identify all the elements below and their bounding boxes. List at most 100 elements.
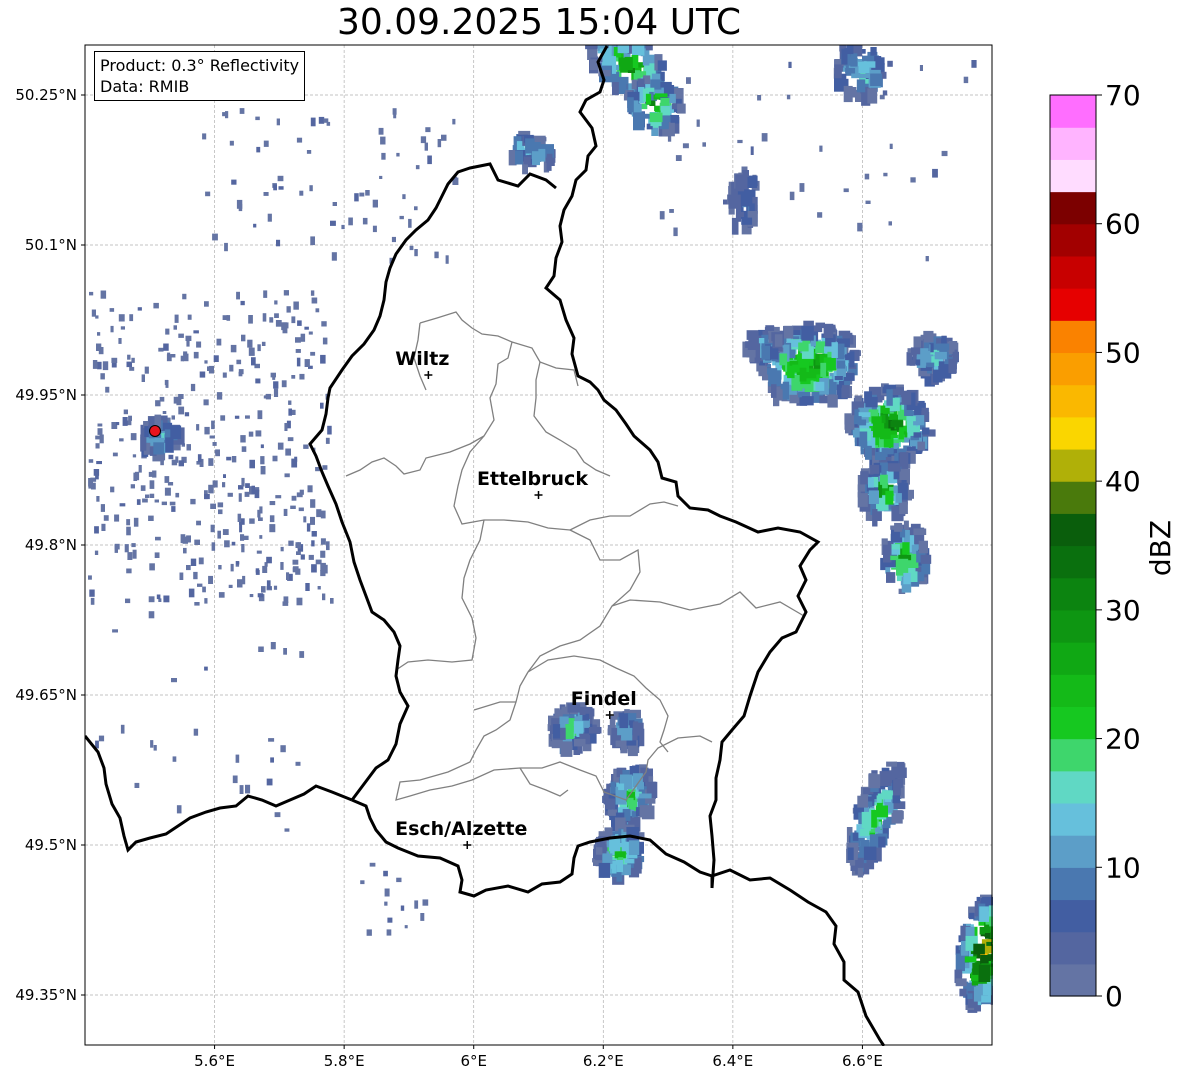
echo-pixel xyxy=(165,380,169,388)
echo-pixel xyxy=(645,45,653,51)
echo-pixel xyxy=(170,425,182,440)
echo-pixel xyxy=(283,290,289,296)
echo-pixel xyxy=(153,302,159,309)
echo-pixel xyxy=(384,901,388,906)
echo-pixel xyxy=(230,344,237,353)
echo-pixel xyxy=(243,535,249,540)
echo-pixel xyxy=(792,364,799,373)
echo-pixel xyxy=(111,362,117,368)
echo-pixel xyxy=(918,540,928,554)
echo-pixel xyxy=(204,598,208,604)
echo-pixel xyxy=(193,571,198,580)
echo-pixel xyxy=(991,928,993,944)
echo-pixel xyxy=(112,629,118,633)
echo-pixel xyxy=(901,390,912,405)
echo-pixel xyxy=(150,740,154,748)
echo-pixel xyxy=(254,489,260,499)
echo-pixel xyxy=(761,133,768,142)
echo-pixel xyxy=(257,593,264,598)
colorbar-tick-label: 10 xyxy=(1105,851,1141,884)
echo-pixel xyxy=(238,203,243,212)
echo-pixel xyxy=(782,381,790,400)
echo-pixel xyxy=(892,795,900,804)
echo-pixel xyxy=(626,827,640,842)
echo-pixel xyxy=(765,325,775,331)
echo-pixel xyxy=(274,313,279,318)
echo-pixel xyxy=(761,345,770,360)
echo-pixel xyxy=(269,501,276,506)
echo-pixel xyxy=(311,564,317,573)
echo-pixel xyxy=(836,360,846,369)
echo-pixel xyxy=(208,484,214,494)
echo-pixel xyxy=(161,501,167,506)
echo-pixel xyxy=(1004,947,1012,957)
echo-pixel xyxy=(817,212,823,218)
echo-pixel xyxy=(241,334,246,342)
city-label: Ettelbruck xyxy=(477,468,588,490)
echo-pixel xyxy=(229,140,234,146)
colorbar-segment xyxy=(1050,320,1096,354)
echo-pixel xyxy=(288,540,294,546)
echo-pixel xyxy=(112,452,118,457)
echo-pixel xyxy=(97,428,103,435)
echo-pixel xyxy=(879,771,892,786)
echo-pixel xyxy=(89,589,95,597)
lon-tick-label: 5.6°E xyxy=(194,1052,235,1070)
echo-pixel xyxy=(290,505,296,509)
echo-pixel xyxy=(882,821,891,829)
product-text: Product: 0.3° Reflectivity xyxy=(100,56,300,75)
echo-pixel xyxy=(424,142,428,151)
echo-pixel xyxy=(649,112,663,123)
echo-pixel xyxy=(321,321,327,327)
echo-pixel xyxy=(269,317,274,323)
echo-pixel xyxy=(114,514,120,522)
echo-pixel xyxy=(138,465,142,473)
country-borders xyxy=(85,45,886,1046)
echo-pixel xyxy=(955,978,967,987)
lon-tick-label: 6.4°E xyxy=(712,1052,753,1070)
colorbar-segment xyxy=(1050,481,1096,514)
echo-pixel xyxy=(299,190,304,196)
colorbar-tick-label: 20 xyxy=(1105,723,1141,756)
echo-pixel xyxy=(801,396,814,406)
echo-pixel xyxy=(895,493,902,503)
echo-pixel xyxy=(131,543,136,548)
echo-pixel xyxy=(275,495,282,499)
echo-pixel xyxy=(288,408,292,416)
echo-pixel xyxy=(617,45,629,54)
echo-pixel xyxy=(639,793,652,799)
echo-pixel xyxy=(999,917,1005,924)
echo-pixel xyxy=(258,517,263,521)
echo-pixel xyxy=(327,425,332,435)
echo-pixel xyxy=(746,350,756,358)
echo-pixel xyxy=(178,406,185,415)
echo-pixel xyxy=(645,87,655,92)
echo-pixel xyxy=(991,944,993,960)
echo-pixel xyxy=(365,190,370,196)
echo-pixel xyxy=(894,522,903,532)
echo-pixel xyxy=(1006,921,1012,925)
echo-pixel xyxy=(843,188,849,193)
echo-pixel xyxy=(166,354,172,362)
echo-pixel xyxy=(236,359,242,365)
echo-pixel xyxy=(202,133,207,140)
echo-pixel xyxy=(427,155,432,165)
echo-pixel xyxy=(103,515,109,521)
echo-pixel xyxy=(163,595,170,603)
echo-pixel xyxy=(986,941,992,946)
echo-pixel xyxy=(122,417,128,426)
echo-pixel xyxy=(941,150,948,157)
echo-pixel xyxy=(245,483,250,488)
echo-pixel xyxy=(247,339,253,348)
echo-pixel xyxy=(300,333,306,342)
lat-tick-label: 49.8°N xyxy=(25,536,77,554)
echo-pixel xyxy=(223,474,226,478)
echo-pixel xyxy=(741,217,753,225)
echo-pixel xyxy=(208,458,214,466)
echo-pixel xyxy=(728,208,735,215)
echo-pixel xyxy=(317,586,321,590)
echo-pixel xyxy=(774,334,783,347)
echo-pixel xyxy=(843,85,853,103)
colorbar-segment xyxy=(1050,288,1096,321)
echo-pixel xyxy=(284,423,288,431)
